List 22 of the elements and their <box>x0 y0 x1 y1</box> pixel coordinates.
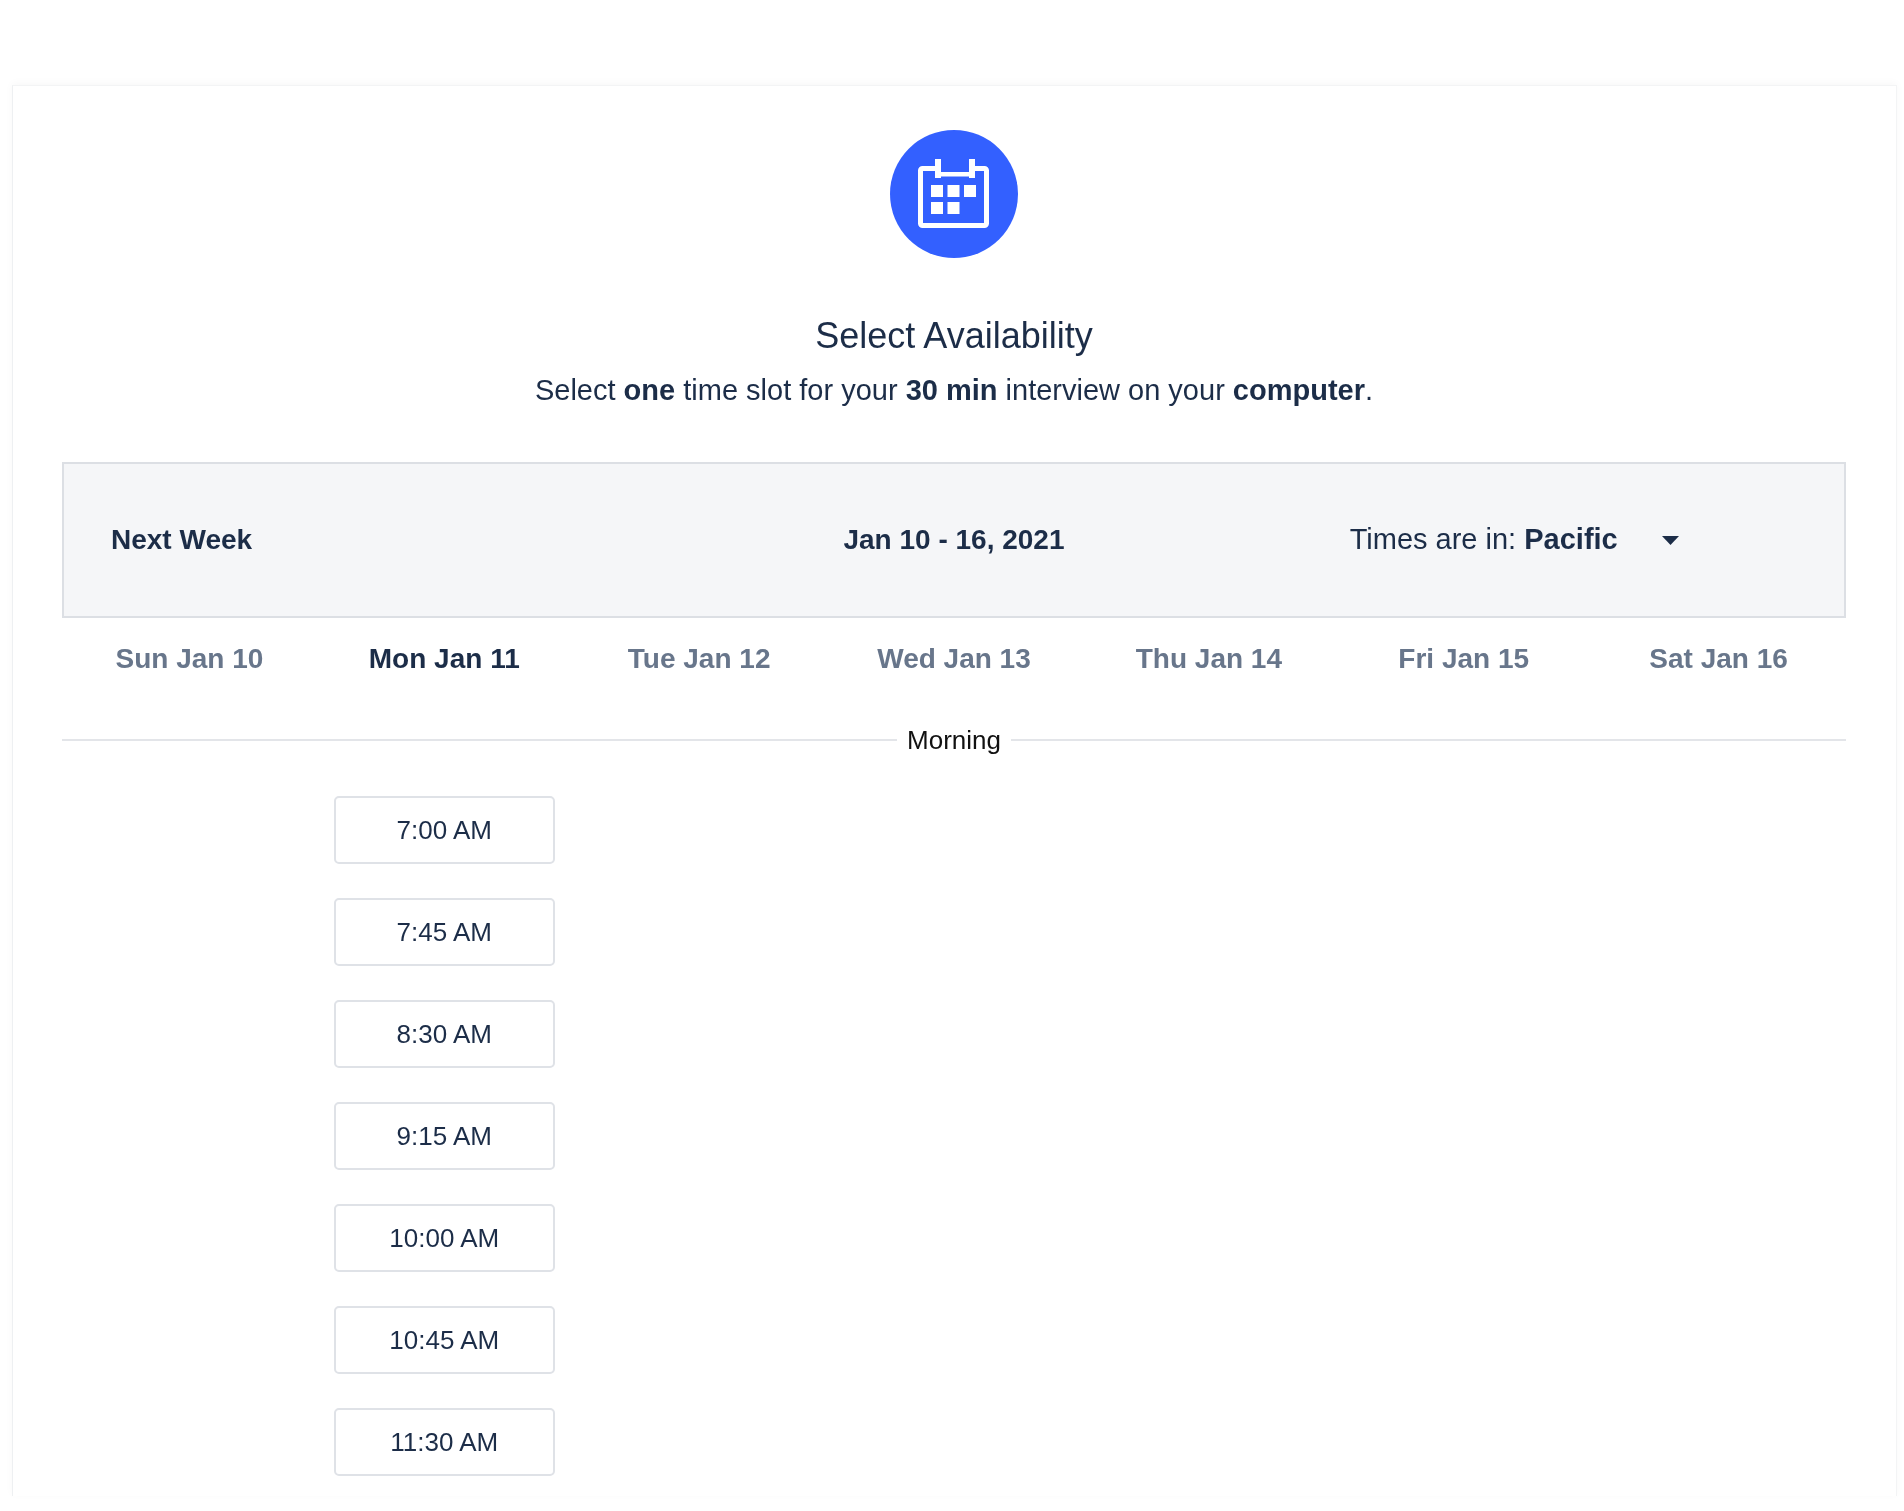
time-slot-button[interactable]: 11:30 AM <box>333 1408 555 1476</box>
timezone-dropdown[interactable]: Times are in: Pacific <box>1349 518 1679 562</box>
time-slot-button[interactable]: 7:00 AM <box>333 796 555 864</box>
time-slot-button[interactable]: 9:15 AM <box>333 1102 555 1170</box>
day-tab[interactable]: Mon Jan 11 <box>368 642 520 676</box>
calendar-icon <box>890 130 1018 258</box>
instructions-text: Select one time slot for your 30 min interview on your computer. <box>534 373 1374 408</box>
day-tab[interactable]: Fri Jan 15 <box>1398 642 1530 676</box>
page-title: Select Availability <box>815 314 1093 357</box>
day-tab[interactable]: Thu Jan 14 <box>1135 642 1282 676</box>
day-tab[interactable]: Wed Jan 13 <box>877 642 1031 676</box>
caret-icon <box>1661 535 1679 545</box>
time-slot-button[interactable]: 7:45 AM <box>333 898 555 966</box>
time-slot-button[interactable]: 10:00 AM <box>333 1204 555 1272</box>
time-slot-button[interactable]: 10:45 AM <box>333 1306 555 1374</box>
time-slot-button[interactable]: 8:30 AM <box>333 1000 555 1068</box>
period-label: Morning <box>906 724 1002 756</box>
day-tab[interactable]: Tue Jan 12 <box>627 642 771 676</box>
date-range: Jan 10 - 16, 2021 <box>843 524 1065 555</box>
day-tab[interactable]: Sat Jan 16 <box>1649 642 1788 676</box>
next-week-link[interactable]: Next Week <box>111 524 253 555</box>
day-tab[interactable]: Sun Jan 10 <box>115 642 264 676</box>
